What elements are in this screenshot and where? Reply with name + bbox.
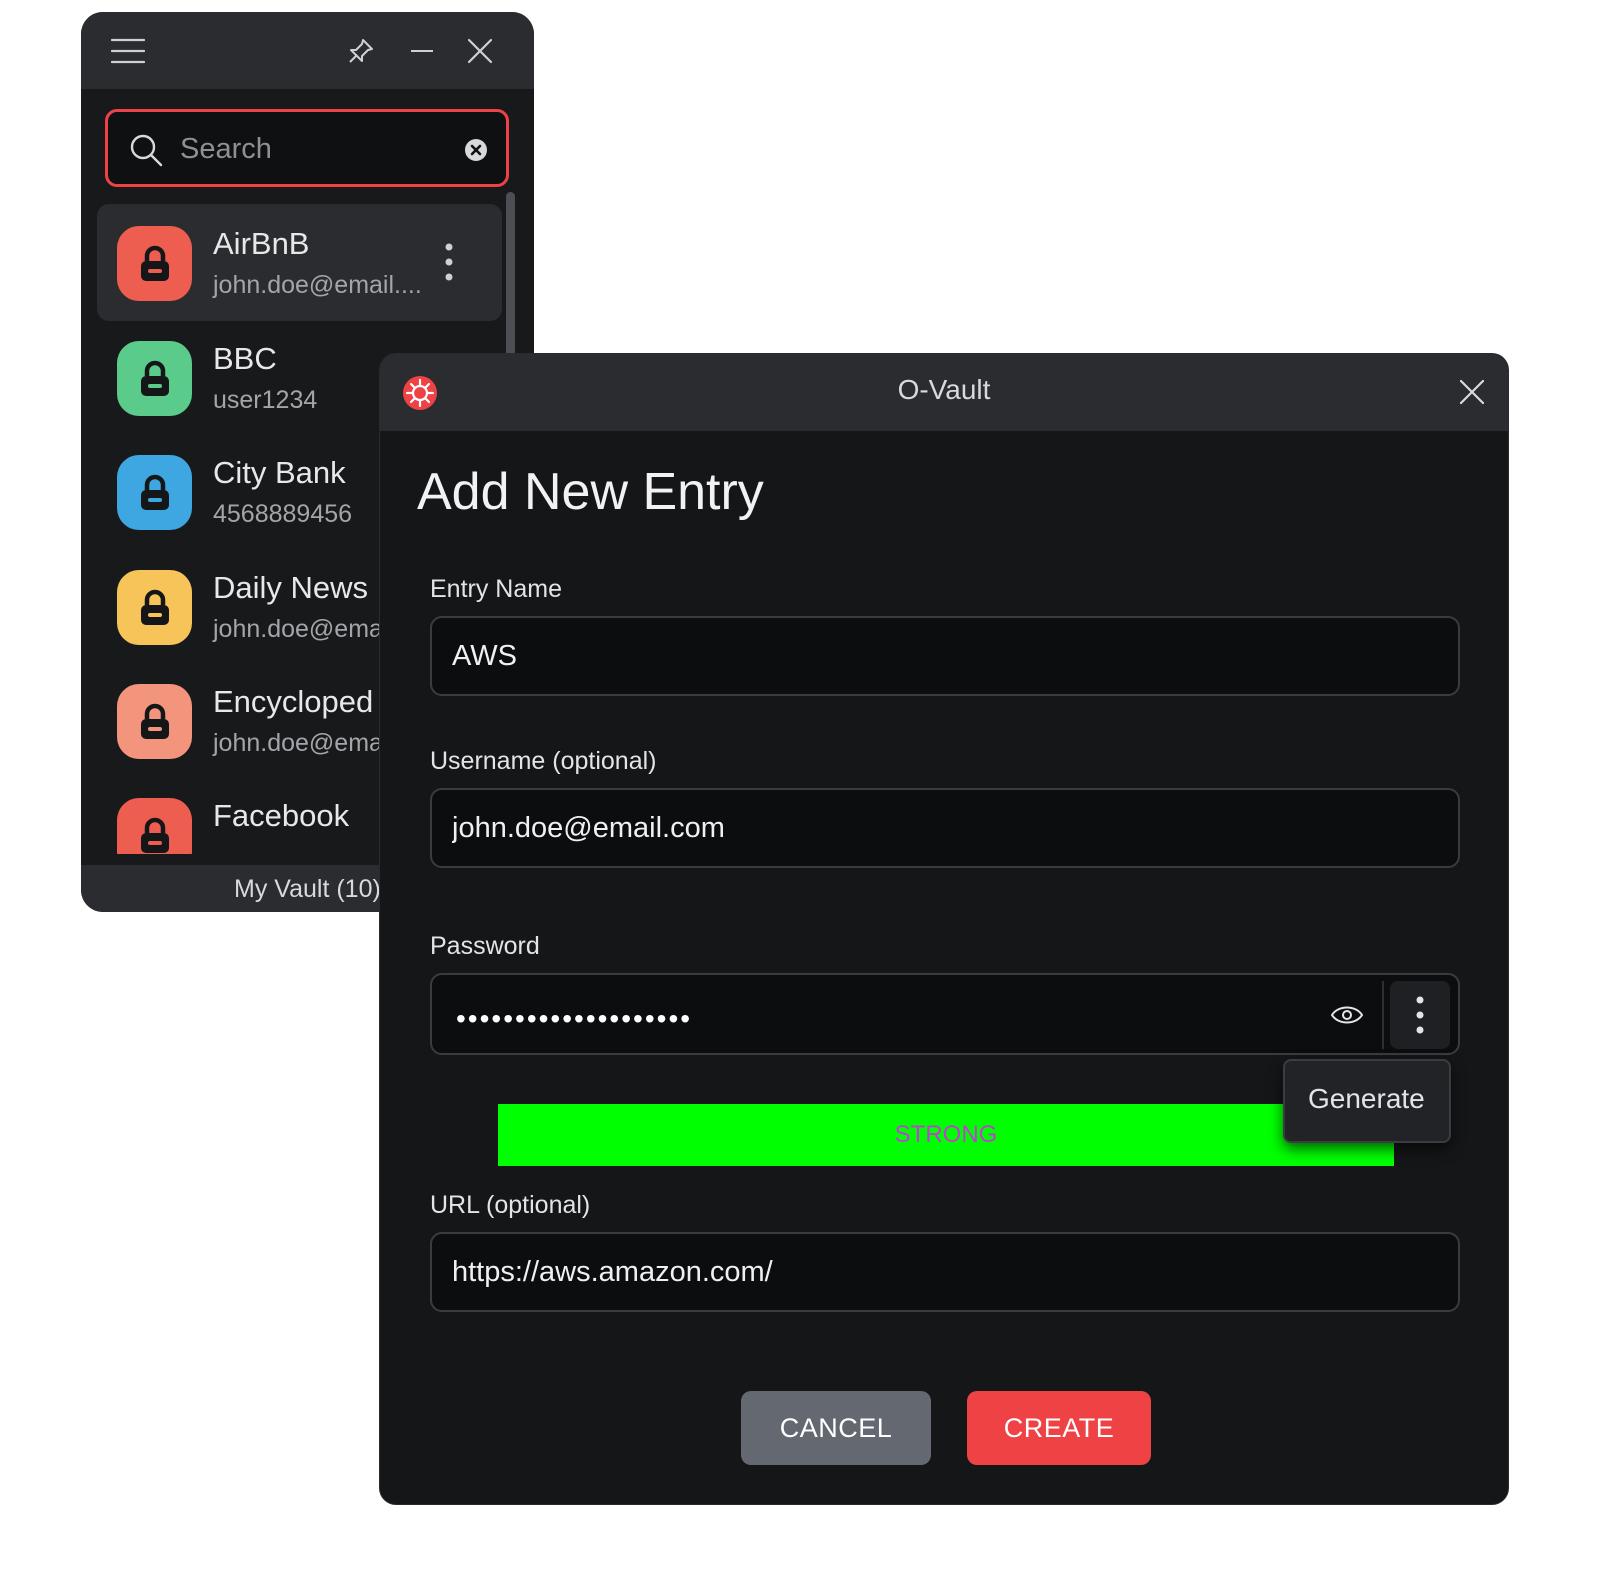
lock-icon <box>117 341 192 416</box>
entry-name: AirBnB <box>213 226 310 261</box>
url-field-box <box>430 1232 1460 1312</box>
entry-username: user1234 <box>213 386 318 414</box>
entry-name-label: Entry Name <box>430 575 562 603</box>
add-entry-dialog: O-Vault Add New Entry Entry Name Usernam… <box>380 354 1508 1504</box>
password-masked-value: •••••••••••••••••••• <box>456 1003 693 1034</box>
search-input[interactable] <box>180 130 450 168</box>
entry-name: City Bank <box>213 455 346 490</box>
lock-icon <box>117 226 192 301</box>
hamburger-menu-icon[interactable] <box>111 34 145 68</box>
pin-icon[interactable] <box>344 34 378 68</box>
entry-username: 4568889456 <box>213 500 353 528</box>
password-divider <box>1382 981 1384 1049</box>
clear-search-icon[interactable] <box>464 138 488 167</box>
username-label: Username (optional) <box>430 747 657 775</box>
dialog-close-icon[interactable] <box>1454 374 1490 410</box>
generate-label: Generate <box>1308 1083 1425 1114</box>
entry-name: BBC <box>213 341 277 376</box>
lock-icon <box>117 798 192 854</box>
cancel-button[interactable]: CANCEL <box>741 1391 931 1465</box>
close-icon[interactable] <box>463 34 497 68</box>
entry-name-field[interactable] <box>452 618 1438 694</box>
eye-icon[interactable] <box>1327 995 1367 1035</box>
search-box <box>105 109 509 187</box>
dialog-title: O-Vault <box>897 374 991 405</box>
entry-name: Daily News <box>213 570 369 605</box>
more-vertical-icon[interactable] <box>437 240 461 284</box>
username-field-box <box>430 788 1460 868</box>
password-label: Password <box>430 932 540 960</box>
vault-titlebar <box>81 12 534 89</box>
entry-name-field-box <box>430 616 1460 696</box>
password-strength-bar: STRONG <box>498 1104 1394 1166</box>
entry-name: Encycloped <box>213 684 374 719</box>
entry-username: john.doe@ema <box>213 615 383 643</box>
entry-username: john.doe@email.... <box>213 271 422 299</box>
entry-name: Facebook <box>213 798 350 833</box>
minimize-icon[interactable] <box>405 34 439 68</box>
url-label: URL (optional) <box>430 1191 591 1219</box>
vault-count: My Vault (10) <box>234 875 381 903</box>
lock-icon <box>117 684 192 759</box>
dialog-titlebar: O-Vault <box>380 354 1508 431</box>
search-icon <box>128 132 164 173</box>
lock-icon <box>117 455 192 530</box>
password-options-button[interactable] <box>1390 981 1450 1049</box>
list-item[interactable]: AirBnB john.doe@email.... <box>97 204 502 321</box>
entry-username: john.doe@ema <box>213 729 383 757</box>
create-button[interactable]: CREATE <box>967 1391 1151 1465</box>
password-strength-label: STRONG <box>894 1121 998 1148</box>
lock-icon <box>117 570 192 645</box>
username-field[interactable] <box>452 790 1438 866</box>
password-field[interactable]: •••••••••••••••••••• <box>430 973 1460 1055</box>
url-field[interactable] <box>452 1234 1438 1310</box>
page-title: Add New Entry <box>417 463 764 521</box>
generate-menu-item[interactable]: Generate <box>1283 1059 1451 1143</box>
